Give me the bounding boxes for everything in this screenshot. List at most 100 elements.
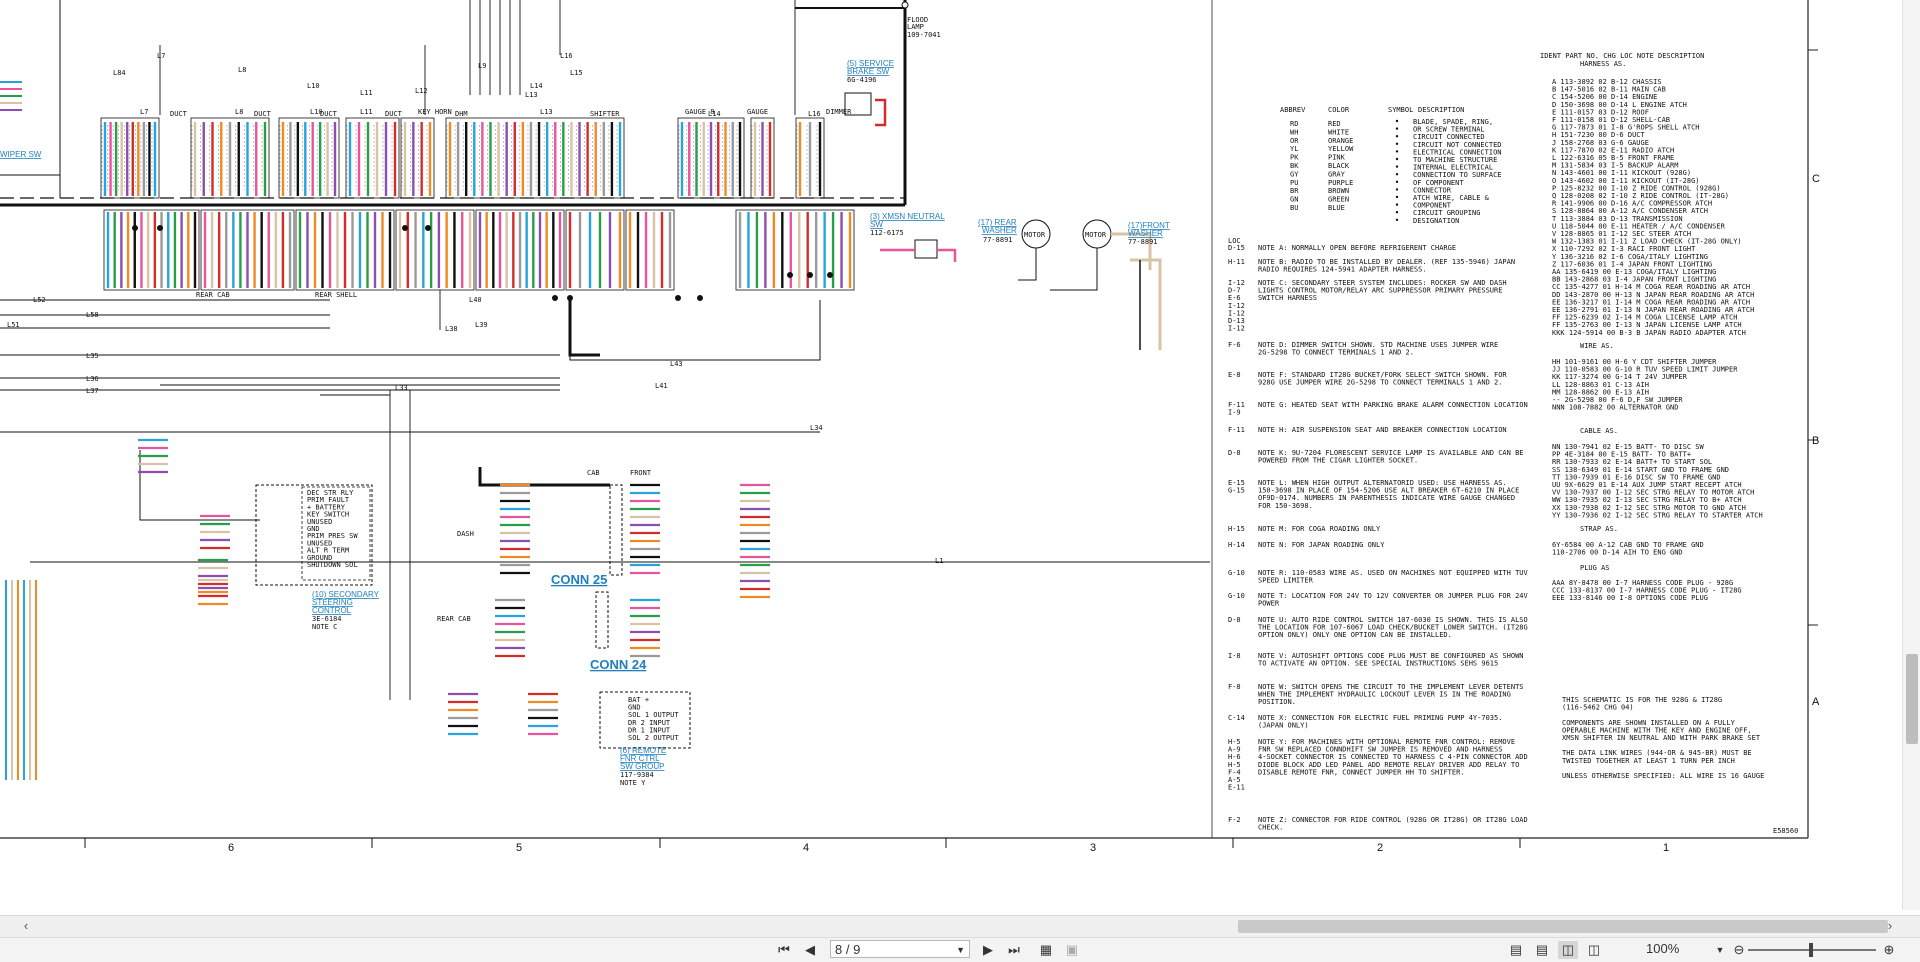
rear-shell-label: REAR SHELL (315, 291, 357, 299)
note-text: NOTE M: FOR COGA ROADING ONLY (1258, 525, 1381, 533)
harness-header: SHIFTER (590, 110, 620, 118)
lower-connector-box (735, 209, 855, 291)
secondary-steering-pin: SHUTDOWN SOL (307, 561, 358, 569)
legend-abbrev: GN (1290, 196, 1298, 204)
page-number-value: 8 / 9 (835, 942, 861, 957)
front-washer-link-2[interactable]: WASHER (1128, 229, 1163, 238)
lead-routing-lines (0, 0, 1210, 700)
previous-page-button[interactable]: ◀ (800, 941, 820, 959)
note-text: NOTE Y: FOR MACHINES WITH OPTIONAL REMOT… (1258, 738, 1528, 776)
note-loc: G-10 (1228, 592, 1245, 600)
legend-symbol-glyph (1395, 188, 1399, 191)
lead-label: L41 (655, 382, 668, 390)
scroll-right-arrow-icon[interactable]: › (1882, 918, 1898, 934)
upper-harness-wires (100, 117, 825, 199)
document-viewport[interactable]: 6 5 4 3 2 1 C B A E58560 FLOOD LAMP 109-… (0, 0, 1920, 910)
legend-color: BLACK (1328, 162, 1350, 170)
harness-header: L8 (235, 108, 243, 116)
lead-label: L12 (415, 87, 428, 95)
legend-symbol: DESIGNATION (1413, 217, 1459, 225)
color-legend: ABBREV COLOR SYMBOL DESCRIPTION RD RED WH WHITE… (1280, 106, 1502, 225)
legend-abbrev: BR (1290, 187, 1299, 195)
vertical-scrollbar[interactable] (1902, 0, 1920, 910)
xmsn-neutral-link-2[interactable]: SW (870, 220, 883, 229)
secondary-steering-part: 3E-6184 (312, 615, 342, 623)
lead-label: L8 (238, 66, 246, 74)
horizontal-scroll-thumb[interactable] (1238, 920, 1888, 933)
fit-width-icon[interactable]: ▣ (1062, 941, 1082, 959)
secondary-steering-note: NOTE C (312, 623, 337, 631)
zoom-dropdown-chevron-down-icon[interactable]: ▼ (1714, 941, 1726, 959)
lead-label: L58 (86, 311, 99, 319)
zoom-slider[interactable] (1748, 943, 1876, 957)
legend-symbol-glyph (1395, 127, 1399, 130)
flood-lamp-label-2: LAMP (907, 23, 924, 31)
legend-color: WHITE (1328, 128, 1349, 136)
lead-line (139, 450, 260, 521)
grid-col-4: 4 (803, 842, 809, 854)
lead-label: L40 (469, 296, 482, 304)
harness-header: DUCT (170, 110, 188, 118)
lead-label: L36 (86, 375, 99, 383)
page-number-field[interactable]: 8 / 9 ▼ (830, 940, 970, 958)
two-page-view-icon[interactable]: ◫ (1558, 941, 1578, 959)
fit-page-icon[interactable]: ▦ (1036, 941, 1056, 959)
lead-line (569, 300, 821, 361)
conn24-label[interactable]: CONN 24 (590, 657, 647, 672)
last-page-button[interactable]: ⏭ (1004, 941, 1024, 959)
left-wire-strip (0, 81, 37, 780)
note-text: NOTE X: CONNECTION FOR ELECTRIC FUEL PRI… (1258, 714, 1502, 730)
note-text: NOTE D: DIMMER SWITCH SHOWN. STD MACHINE… (1258, 341, 1498, 357)
continuous-view-icon[interactable]: ▤ (1532, 941, 1552, 959)
secondary-steering-link-3[interactable]: CONTROL (312, 606, 352, 615)
table-subheader: HARNESS AS. (1580, 60, 1626, 68)
conn25-label[interactable]: CONN 25 (551, 572, 607, 587)
legend-symbol-glyph (1395, 173, 1399, 176)
zoom-out-icon[interactable]: ⊖ (1730, 941, 1748, 959)
splice-dot (552, 295, 558, 301)
lead-label: L14 (530, 82, 543, 90)
note-loc: D-8 (1228, 616, 1241, 624)
lead-label: L10 (307, 82, 320, 90)
lead-label: L1 (935, 557, 943, 565)
remote-fnr-link-3[interactable]: SW GROUP (620, 762, 664, 771)
plug-row: EEE 133-8146 00 I-8 OPTIONS CODE PLUG (1552, 594, 1708, 602)
splice-dot (697, 295, 703, 301)
zoom-level[interactable]: 100% (1646, 941, 1679, 956)
legend-symbol-glyph (1395, 150, 1399, 153)
page-dropdown-chevron-down-icon[interactable]: ▼ (956, 941, 965, 959)
rear-washer-part: 77-8891 (983, 236, 1013, 244)
rear-washer-link-2[interactable]: WASHER (982, 226, 1017, 235)
wiper-sw-link[interactable]: WIPER SW (0, 150, 42, 159)
legend-color: YELLOW (1328, 145, 1354, 153)
lead-label: L34 (810, 424, 823, 432)
harness-header: DUCT (320, 110, 338, 118)
general-note: (116-5462 CHG 04) (1562, 704, 1634, 712)
grid-col-5: 5 (516, 842, 522, 854)
note-loc: F-11 (1228, 426, 1245, 434)
lead-line-thick (568, 300, 600, 357)
note-loc: H-14 (1228, 541, 1245, 549)
lead-label: L51 (7, 321, 20, 329)
two-page-continuous-icon[interactable]: ◫ (1584, 941, 1604, 959)
legend-color: BLUE (1328, 204, 1345, 212)
single-page-view-icon[interactable]: ▤ (1506, 941, 1526, 959)
service-brake-link-2[interactable]: BRAKE SW (847, 67, 890, 76)
note-text: NOTE C: SECONDARY STEER SYSTEM INCLUDES:… (1258, 279, 1507, 302)
upper-connector-box (278, 117, 340, 199)
next-page-button[interactable]: ▶ (978, 941, 998, 959)
horizontal-scrollbar[interactable]: ‹ › (0, 915, 1920, 938)
scroll-left-arrow-icon[interactable]: ‹ (18, 918, 34, 934)
zoom-slider-knob[interactable] (1809, 943, 1813, 957)
first-page-button[interactable]: ⏮ (774, 941, 794, 959)
rear-motor-label: MOTOR (1024, 231, 1046, 239)
legend-symbol-glyph (1395, 211, 1399, 214)
vertical-scroll-thumb[interactable] (1906, 654, 1918, 744)
cab-label: CAB (587, 469, 600, 477)
note-text: NOTE N: FOR JAPAN ROADING ONLY (1258, 541, 1385, 549)
splice-dot (675, 295, 681, 301)
note-loc: I-8 (1228, 652, 1241, 660)
legend-color: RED (1328, 120, 1341, 128)
zoom-in-icon[interactable]: ⊕ (1880, 941, 1898, 959)
note-text: NOTE A: NORMALLY OPEN BEFORE REFRIGERENT… (1258, 244, 1456, 252)
